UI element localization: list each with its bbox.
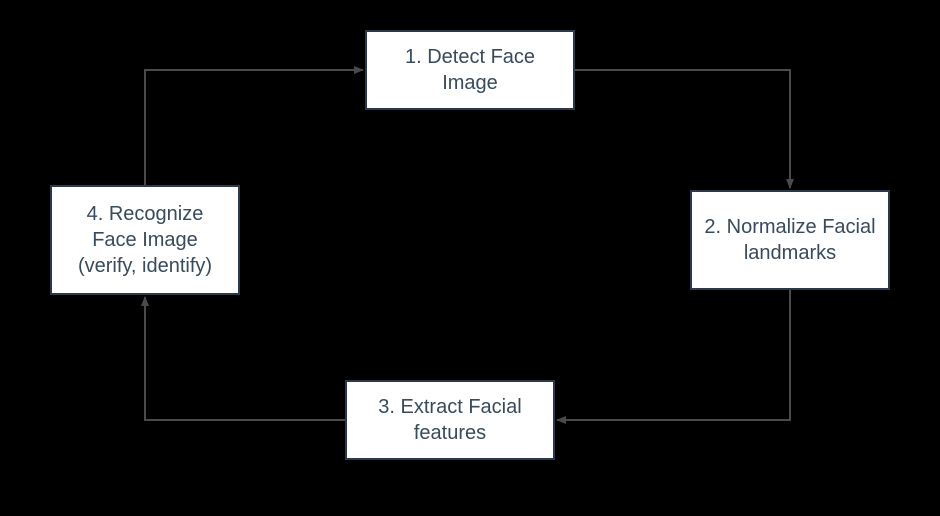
edge-n2-n3	[557, 290, 790, 420]
node-extract-features: 3. Extract Facial features	[345, 380, 555, 460]
node-label: 4. Recognize Face Image (verify, identif…	[62, 201, 228, 279]
node-normalize-landmarks: 2. Normalize Facial landmarks	[690, 190, 890, 290]
node-label: 3. Extract Facial features	[357, 394, 543, 446]
edge-n3-n4	[145, 297, 345, 420]
node-recognize-face: 4. Recognize Face Image (verify, identif…	[50, 185, 240, 295]
node-detect-face: 1. Detect Face Image	[365, 30, 575, 110]
node-label: 1. Detect Face Image	[377, 44, 563, 96]
edge-n4-n1	[145, 70, 363, 185]
node-label: 2. Normalize Facial landmarks	[702, 214, 878, 266]
edge-n1-n2	[575, 70, 790, 188]
diagram-canvas: 1. Detect Face Image 2. Normalize Facial…	[0, 0, 940, 516]
